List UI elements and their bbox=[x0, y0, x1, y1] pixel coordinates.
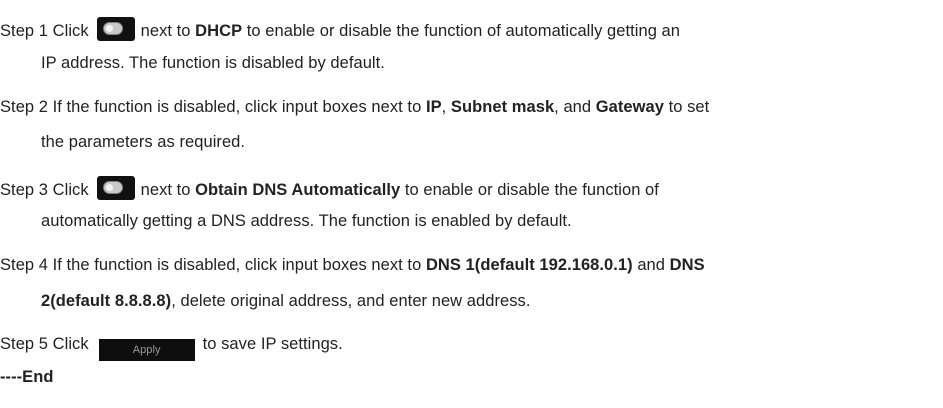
dns-2-label-part1: DNS bbox=[669, 256, 705, 274]
step-1-line-1: Step 1 Click next to DHCP to enable or di… bbox=[0, 17, 680, 41]
step-1-prefix: Step 1 Click bbox=[0, 22, 89, 40]
step-3-next-to: next to bbox=[140, 181, 191, 199]
step-2-line-2: the parameters as required. bbox=[41, 133, 246, 151]
step-4-line-2: 2(default 8.8.8.8), delete original addr… bbox=[41, 291, 530, 311]
apply-button-image: Apply bbox=[98, 339, 195, 361]
document-page: Step 1 Click next to DHCP to enable or di… bbox=[0, 0, 943, 408]
step-1-line-2: IP address. The function is disabled by … bbox=[41, 54, 385, 72]
step-3-line-1: Step 3 Click next to Obtain DNS Automatic… bbox=[0, 176, 659, 200]
dhcp-label: DHCP bbox=[195, 22, 243, 40]
gateway-label: Gateway bbox=[595, 98, 664, 116]
step-4-rest: , delete original address, and enter new… bbox=[171, 292, 531, 310]
step-1-rest: to enable or disable the function of aut… bbox=[246, 22, 681, 40]
subnet-mask-label: Subnet mask bbox=[450, 98, 555, 116]
step-5-rest: to save IP settings. bbox=[202, 335, 343, 353]
step-1-next-to: next to bbox=[140, 22, 191, 40]
step-3-rest: to enable or disable the function of bbox=[404, 181, 659, 199]
obtain-dns-automatically-label: Obtain DNS Automatically bbox=[195, 181, 401, 199]
step-4-and: and bbox=[637, 256, 665, 274]
dns-2-label-part2: 2(default 8.8.8.8) bbox=[41, 292, 172, 310]
step-4-line-1: Step 4 If the function is disabled, clic… bbox=[0, 255, 705, 275]
step-2-separator-2: , and bbox=[554, 98, 592, 116]
step-2-separator-1: , bbox=[441, 98, 447, 116]
toggle-switch-icon bbox=[96, 176, 135, 200]
step-2-line-1: Step 2 If the function is disabled, clic… bbox=[0, 97, 709, 117]
step-5-line: Step 5 Click Apply to save IP settings. bbox=[0, 334, 343, 361]
toggle-switch-icon bbox=[96, 17, 135, 41]
step-2-prefix: Step 2 If the function is disabled, clic… bbox=[0, 98, 422, 116]
dns-1-label: DNS 1(default 192.168.0.1) bbox=[425, 256, 633, 274]
step-5-prefix: Step 5 Click bbox=[0, 335, 89, 353]
step-3-prefix: Step 3 Click bbox=[0, 181, 89, 199]
ip-label: IP bbox=[425, 98, 442, 116]
step-3-line-2: automatically getting a DNS address. The… bbox=[41, 212, 572, 230]
step-4-prefix: Step 4 If the function is disabled, clic… bbox=[0, 256, 422, 274]
end-marker: ----End bbox=[0, 368, 54, 386]
step-2-rest: to set bbox=[668, 98, 710, 116]
